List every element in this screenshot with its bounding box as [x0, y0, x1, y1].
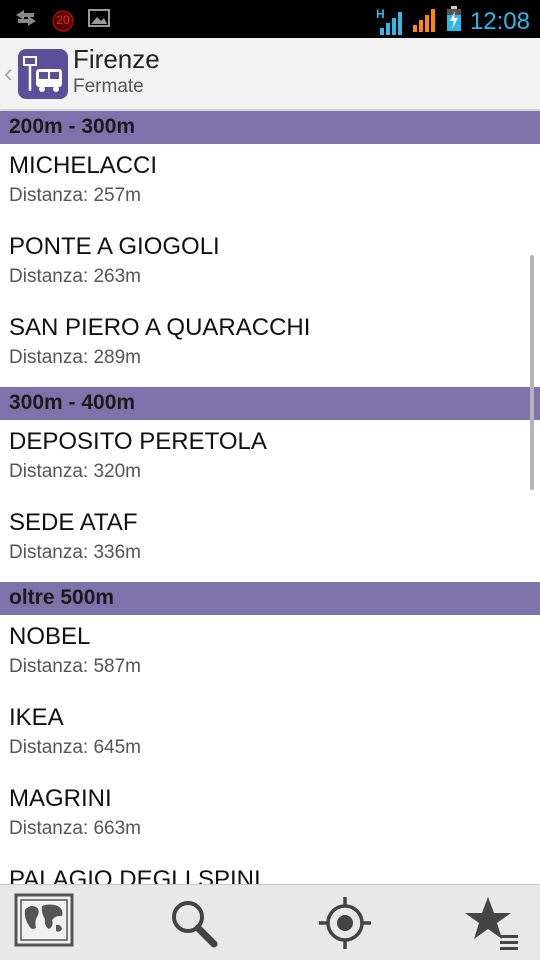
- favorites-icon[interactable]: [462, 893, 526, 953]
- stop-name: SEDE ATAF: [9, 509, 138, 536]
- list-item[interactable]: IKEA Distanza: 645m: [0, 696, 540, 777]
- signal-icon: [412, 5, 438, 38]
- locate-icon[interactable]: [315, 893, 379, 953]
- stop-name: PALAGIO DEGLI SPINI: [9, 866, 261, 884]
- list-item[interactable]: NOBEL Distanza: 587m: [0, 615, 540, 696]
- list-item[interactable]: PONTE A GIOGOLI Distanza: 263m: [0, 225, 540, 306]
- notification-badge-icon: 20: [52, 9, 74, 32]
- stop-name: IKEA: [9, 704, 64, 731]
- list-item[interactable]: SAN PIERO A QUARACCHI Distanza: 289m: [0, 306, 540, 387]
- list-item[interactable]: PALAGIO DEGLI SPINI: [0, 858, 540, 884]
- notification-count: 20: [56, 12, 70, 27]
- section-header: 200m - 300m: [0, 111, 540, 144]
- stop-distance: Distanza: 257m: [9, 185, 142, 206]
- bottom-bar: [0, 884, 540, 960]
- page-title: Firenze: [73, 44, 160, 74]
- signal-h-icon: H: [375, 6, 404, 36]
- bus-stop-icon[interactable]: [18, 49, 68, 99]
- stop-distance: Distanza: 663m: [9, 818, 142, 839]
- list-item[interactable]: SEDE ATAF Distanza: 336m: [0, 501, 540, 582]
- stop-name: DEPOSITO PERETOLA: [9, 428, 267, 455]
- list-item[interactable]: MICHELACCI Distanza: 257m: [0, 144, 540, 225]
- clock: 12:08: [469, 7, 530, 35]
- stop-distance: Distanza: 587m: [9, 656, 142, 677]
- status-bar: 20 H 12:08: [0, 0, 540, 38]
- stop-distance: Distanza: 645m: [9, 737, 142, 758]
- stop-distance: Distanza: 289m: [9, 347, 142, 368]
- stop-name: PONTE A GIOGOLI: [9, 233, 220, 260]
- search-icon[interactable]: [164, 893, 228, 953]
- network-type-label: H: [375, 6, 385, 21]
- stop-distance: Distanza: 336m: [9, 542, 142, 563]
- stop-name: NOBEL: [9, 623, 91, 650]
- action-bar: ‹ Firenze Fermate: [0, 38, 540, 110]
- stop-name: MAGRINI: [9, 785, 112, 812]
- scrollbar[interactable]: [530, 255, 534, 490]
- stop-name: MICHELACCI: [9, 152, 158, 179]
- image-icon: [88, 9, 110, 32]
- map-icon[interactable]: [14, 893, 78, 953]
- section-header: oltre 500m: [0, 582, 540, 615]
- stop-distance: Distanza: 320m: [9, 461, 142, 482]
- stop-distance: Distanza: 263m: [9, 266, 142, 287]
- list-item[interactable]: DEPOSITO PERETOLA Distanza: 320m: [0, 420, 540, 501]
- stop-name: SAN PIERO A QUARACCHI: [9, 314, 311, 341]
- data-transfer-icon: [14, 8, 38, 33]
- battery-charging-icon: [446, 6, 462, 37]
- up-chevron-icon[interactable]: ‹: [4, 58, 13, 89]
- stop-list[interactable]: 200m - 300m MICHELACCI Distanza: 257m PO…: [0, 110, 540, 884]
- section-header: 300m - 400m: [0, 387, 540, 420]
- page-subtitle: Fermate: [73, 76, 144, 97]
- list-item[interactable]: MAGRINI Distanza: 663m: [0, 777, 540, 858]
